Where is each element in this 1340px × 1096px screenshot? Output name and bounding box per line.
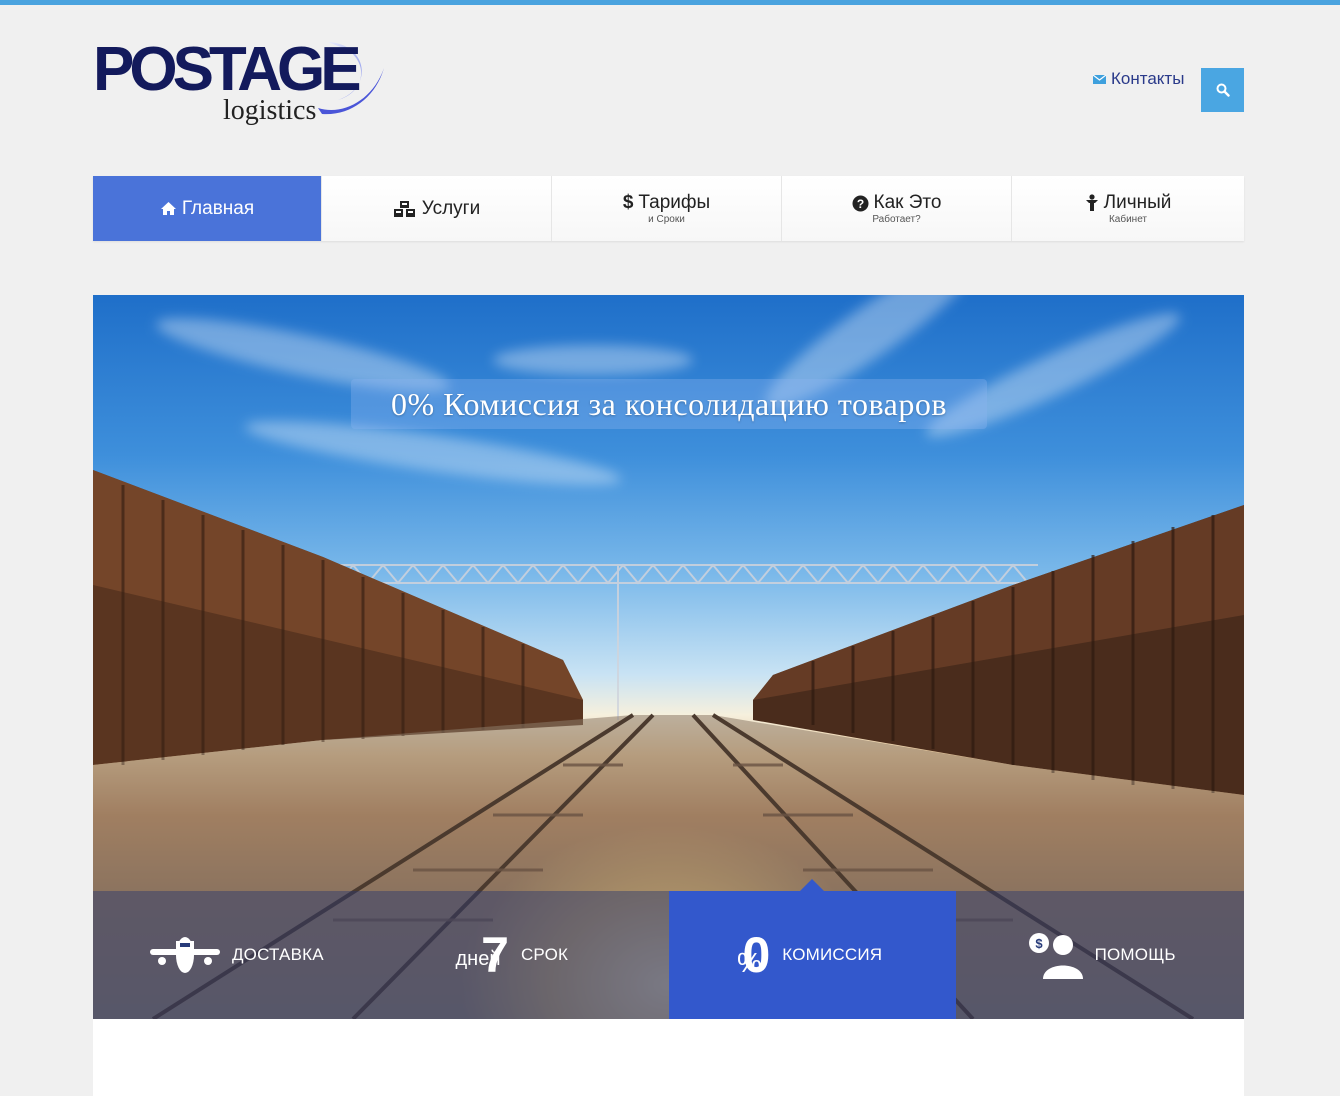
nav-label: Услуги — [421, 197, 481, 219]
question-circle-icon: ? — [852, 195, 869, 211]
nav-label: Как Это — [873, 192, 942, 213]
number-overlay: % — [736, 947, 762, 978]
boxes-icon — [393, 200, 415, 217]
feature-tab-help[interactable]: $ ПОМОЩЬ — [956, 891, 1244, 1019]
search-button[interactable] — [1201, 68, 1244, 112]
feature-tabs: ДОСТАВКА 7 дней СРОК 0 % КОМИССИЯ $ ПОМО… — [93, 879, 1244, 1019]
top-border — [0, 0, 1340, 5]
nav-label: Тарифы — [638, 192, 711, 213]
nav-item-account[interactable]: Личный Кабинет — [1012, 176, 1244, 241]
airplane-icon — [149, 937, 220, 973]
dollar-icon: $ — [622, 192, 634, 213]
logo-tagline: logistics — [223, 95, 317, 126]
contacts-link[interactable]: Контакты — [1093, 69, 1184, 89]
feature-label: ПОМОЩЬ — [1094, 945, 1176, 964]
support-person-icon: $ — [1028, 933, 1083, 979]
number-overlay: дней — [455, 947, 501, 970]
person-icon — [1085, 194, 1098, 211]
nav-sublabel: Кабинет — [1108, 214, 1148, 225]
main-navigation: Главная Услуги $ Тарифы и Сроки ? Как Эт… — [93, 176, 1244, 241]
nav-item-tariffs[interactable]: $ Тарифы и Сроки — [552, 176, 782, 241]
feature-label: КОМИССИЯ — [782, 945, 883, 964]
nav-label: Личный — [1103, 192, 1172, 213]
hero-banner-text: 0% Комиссия за консолидацию товаров — [351, 379, 987, 429]
zero-percent-icon: 0 % — [737, 930, 770, 980]
svg-text:?: ? — [856, 197, 863, 211]
feature-tab-term[interactable]: 7 дней СРОК — [380, 891, 669, 1019]
nav-item-how-it-works[interactable]: ? Как Это Работает? — [782, 176, 1012, 241]
svg-text:$: $ — [1035, 936, 1043, 951]
feature-tab-commission[interactable]: 0 % КОМИССИЯ — [668, 879, 957, 1019]
feature-label: СРОК — [520, 945, 569, 964]
nav-sublabel: и Сроки — [648, 214, 685, 225]
nav-item-services[interactable]: Услуги — [322, 176, 552, 241]
hero-slider: 0% Комиссия за консолидацию товаров ДОСТ… — [93, 295, 1244, 1019]
seven-days-icon: 7 дней — [456, 930, 509, 980]
nav-item-home[interactable]: Главная — [93, 176, 322, 241]
logo-wordmark: POSTAGE — [93, 35, 362, 104]
contacts-label: Контакты — [1111, 69, 1185, 88]
nav-sublabel: Работает? — [872, 214, 921, 225]
feature-label: ДОСТАВКА — [231, 945, 324, 964]
home-icon — [160, 202, 176, 215]
logo[interactable]: POSTAGE logistics — [93, 35, 384, 133]
feature-tab-delivery[interactable]: ДОСТАВКА — [93, 891, 381, 1019]
content-panel — [93, 1019, 1244, 1096]
mail-icon — [1093, 74, 1106, 84]
search-icon — [1216, 83, 1230, 97]
nav-label: Главная — [181, 197, 255, 219]
